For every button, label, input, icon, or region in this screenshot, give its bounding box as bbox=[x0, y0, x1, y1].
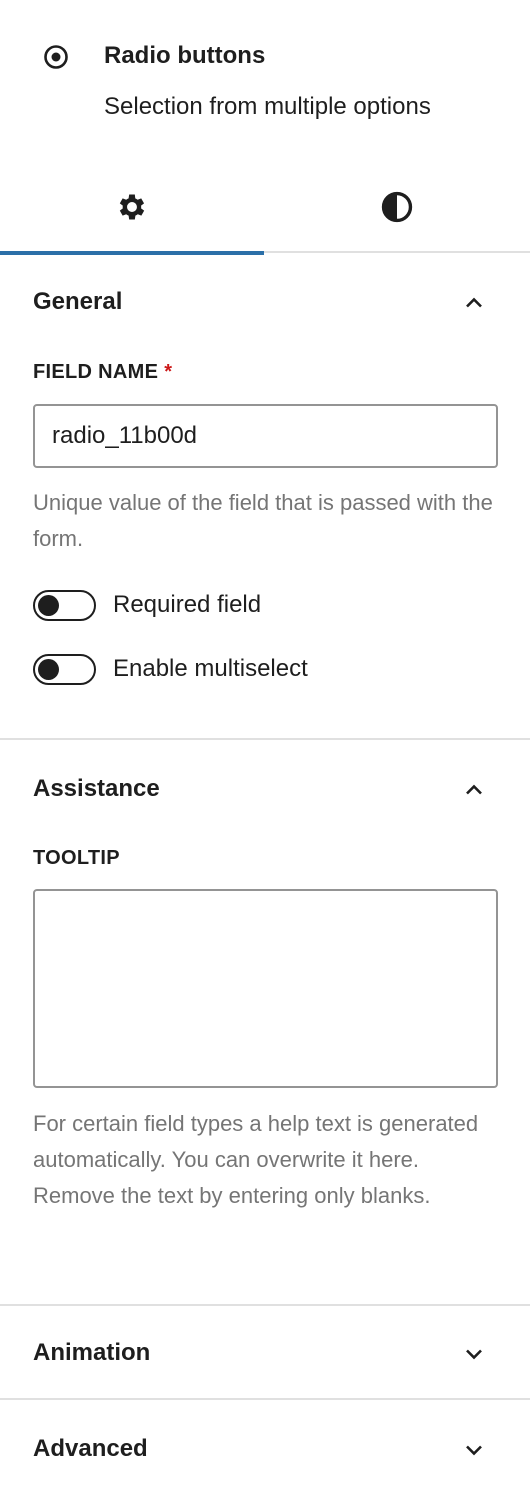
required-marker: * bbox=[164, 361, 173, 383]
panel-general: General FIELD NAME* Unique value of the … bbox=[0, 253, 530, 740]
block-title: Radio buttons bbox=[104, 42, 266, 69]
panel-assistance-header[interactable]: Assistance bbox=[0, 740, 530, 836]
chevron-up-icon bbox=[466, 784, 482, 795]
required-field-toggle[interactable] bbox=[33, 589, 96, 621]
multiselect-toggle[interactable] bbox=[33, 653, 96, 685]
multiselect-label: Enable multiselect bbox=[113, 655, 308, 682]
panel-advanced-header[interactable]: Advanced bbox=[0, 1400, 530, 1494]
panel-title: General bbox=[33, 288, 123, 315]
field-name-label: FIELD NAME * bbox=[33, 361, 172, 384]
block-card: Radio buttons Selection from multiple op… bbox=[0, 0, 530, 160]
multiselect-toggle-row[interactable]: Enable multiselect bbox=[33, 653, 308, 685]
required-field-label: Required field bbox=[113, 591, 262, 618]
panel-assistance: Assistance TOOLTIP For certain field typ… bbox=[0, 740, 530, 1306]
tooltip-label: TOOLTIP bbox=[33, 847, 120, 869]
inspector-tabs bbox=[0, 160, 530, 255]
tooltip-textarea[interactable] bbox=[33, 889, 498, 1088]
field-name-help: Unique value of the field that is passed… bbox=[33, 490, 493, 551]
gear-icon bbox=[119, 194, 145, 220]
panel-title: Advanced bbox=[33, 1435, 148, 1462]
panel-animation: Animation bbox=[0, 1306, 530, 1400]
radio-selected-icon bbox=[44, 45, 68, 69]
panel-general-header[interactable]: General bbox=[0, 253, 530, 349]
tooltip-help: For certain field types a help text is g… bbox=[33, 1111, 479, 1208]
block-description: Selection from multiple options bbox=[104, 93, 431, 120]
required-field-toggle-row[interactable]: Required field bbox=[33, 589, 261, 621]
tab-styles[interactable] bbox=[265, 160, 530, 253]
chevron-down-icon bbox=[466, 1349, 482, 1360]
half-circle-contrast-icon bbox=[381, 191, 413, 223]
chevron-down-icon bbox=[466, 1445, 482, 1456]
tab-settings[interactable] bbox=[0, 160, 265, 255]
chevron-up-icon bbox=[466, 297, 482, 308]
toggle-knob bbox=[38, 658, 59, 680]
panel-title: Assistance bbox=[33, 775, 160, 802]
field-name-label-text: FIELD NAME bbox=[33, 361, 159, 383]
toggle-knob bbox=[38, 594, 59, 616]
panel-title: Animation bbox=[33, 1339, 151, 1366]
panel-animation-header[interactable]: Animation bbox=[0, 1306, 530, 1398]
panel-advanced: Advanced bbox=[0, 1400, 530, 1494]
field-name-input[interactable] bbox=[33, 404, 498, 468]
